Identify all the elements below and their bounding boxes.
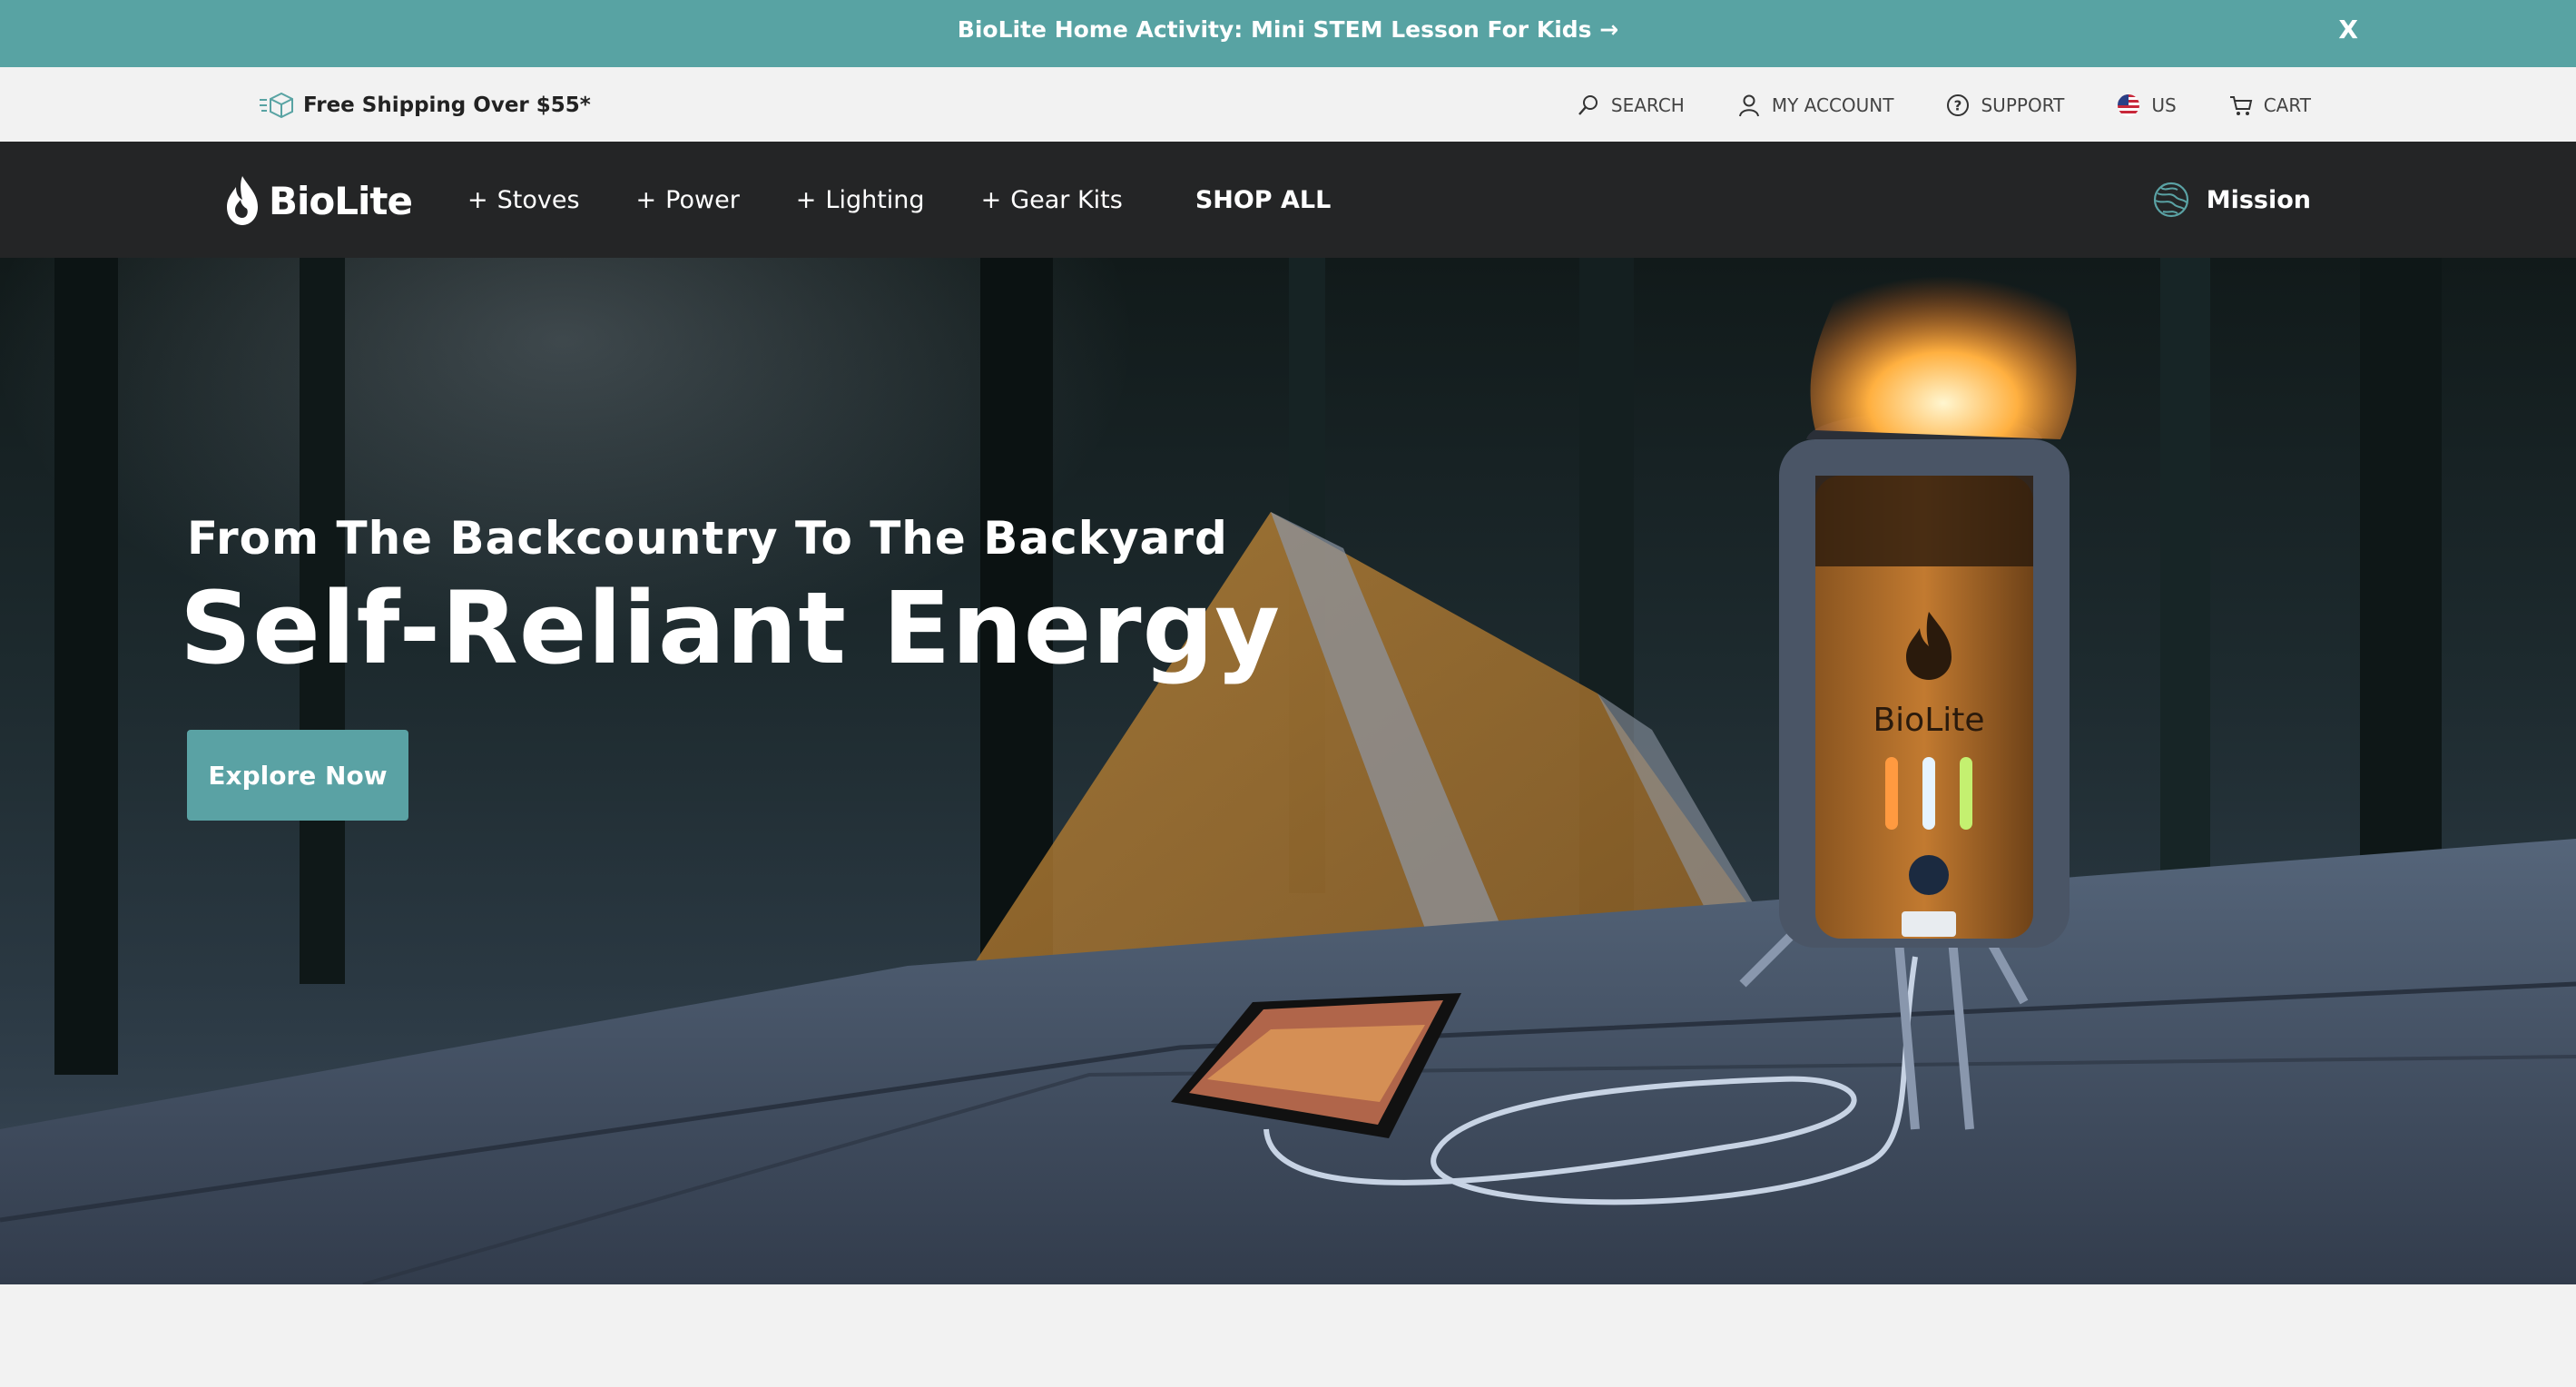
support-link[interactable]: ? SUPPORT <box>1946 93 2064 117</box>
flame-logo-icon <box>227 176 258 225</box>
my-account-label: MY ACCOUNT <box>1771 94 1894 116</box>
shipping-box-icon <box>260 92 293 119</box>
cart-icon <box>2229 96 2252 115</box>
mission-link[interactable]: Mission <box>2152 142 2311 258</box>
hero-subtitle: From The Backcountry To The Backyard <box>187 512 1228 565</box>
nav-item-label: Stoves <box>497 185 580 214</box>
free-shipping-notice: Free Shipping Over $55* <box>258 89 591 122</box>
main-navigation: BioLite + Stoves + Power + Lighting + Gear K… <box>0 142 2576 258</box>
search-label: SEARCH <box>1610 94 1685 116</box>
expand-plus-icon: + <box>635 185 657 214</box>
expand-plus-icon: + <box>795 185 817 214</box>
expand-plus-icon: + <box>467 185 488 214</box>
logo-text: BioLite <box>269 178 413 223</box>
nav-item-stoves[interactable]: + Stoves <box>467 186 580 214</box>
my-account-link[interactable]: MY ACCOUNT <box>1737 93 1894 117</box>
nav-item-shop-all[interactable]: SHOP ALL <box>1195 186 1332 214</box>
announcement-bar: BioLite Home Activity: Mini STEM Lesson … <box>0 0 2576 67</box>
nav-item-power[interactable]: + Power <box>636 186 740 214</box>
search-icon <box>1578 95 1598 115</box>
us-flag-icon <box>2118 94 2140 116</box>
nav-menu: + Stoves + Power + Lighting + Gear Kits SHOP… <box>467 142 1387 258</box>
user-icon <box>1738 94 1759 117</box>
page-content-below <box>0 1284 2576 1387</box>
explore-now-button[interactable]: Explore Now <box>187 730 408 821</box>
expand-plus-icon: + <box>980 185 1002 214</box>
free-shipping-text: Free Shipping Over $55* <box>303 93 591 117</box>
nav-item-label: Power <box>665 185 740 214</box>
country-label: US <box>2151 94 2177 116</box>
nav-item-label: Gear Kits <box>1010 185 1123 214</box>
nav-item-label: Lighting <box>825 185 925 214</box>
mission-label: Mission <box>2206 185 2311 214</box>
cart-label: CART <box>2263 94 2311 116</box>
globe-icon <box>2153 182 2188 218</box>
hero-banner: BioLite From The Backcountry To The Back… <box>0 258 2576 1284</box>
close-announcement-button[interactable]: X <box>2338 0 2358 60</box>
search-link[interactable]: SEARCH <box>1577 93 1685 117</box>
support-label: SUPPORT <box>1981 94 2065 116</box>
nav-item-gear-kits[interactable]: + Gear Kits <box>981 186 1123 214</box>
hero-title: Self-Reliant Energy <box>180 570 1281 686</box>
utility-bar: Free Shipping Over $55* SEARCH MY ACCOUN… <box>0 67 2576 142</box>
announcement-link[interactable]: BioLite Home Activity: Mini STEM Lesson … <box>0 0 2576 67</box>
utility-links: SEARCH MY ACCOUNT ? SUPPORT US CART <box>1577 85 2311 125</box>
cart-link[interactable]: CART <box>2229 93 2311 117</box>
stove-brand-text: BioLite <box>1873 702 1984 739</box>
country-selector[interactable]: US <box>2117 93 2177 117</box>
nav-item-lighting[interactable]: + Lighting <box>796 186 925 214</box>
svg-text:?: ? <box>1954 98 1962 114</box>
biolite-logo[interactable]: BioLite <box>221 169 413 232</box>
help-icon: ? <box>1947 94 1970 116</box>
